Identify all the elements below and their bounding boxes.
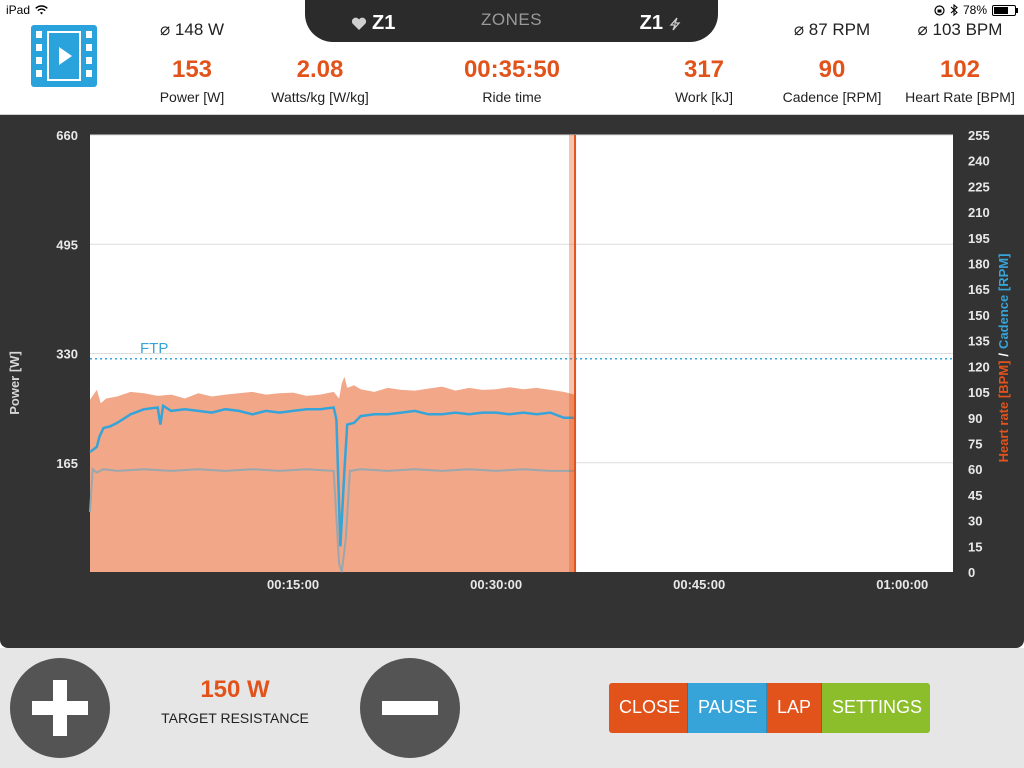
power-average: ⌀ 148 W (159, 20, 225, 39)
y2-tick-label: 45 (968, 488, 982, 503)
cadence-label: Cadence [RPM] (782, 89, 882, 105)
control-bar: 150 W TARGET RESISTANCE CLOSE PAUSE LAP … (0, 648, 1024, 768)
device-name: iPad (6, 3, 31, 17)
target-resistance-label: TARGET RESISTANCE (161, 710, 309, 726)
x-tick-label: 00:45:00 (673, 577, 725, 592)
y2-tick-label: 0 (968, 565, 975, 580)
right-axis-title: Heart rate [BPM] / Cadence [RPM] (996, 254, 1011, 463)
plus-icon-stem (53, 680, 67, 736)
y2-tick-label: 90 (968, 411, 982, 426)
power-label: Power [W] (159, 89, 225, 105)
y2-tick-label: 30 (968, 514, 982, 529)
ftp-label: FTP (140, 340, 168, 357)
x-tick-label: 00:15:00 (267, 577, 319, 592)
y-tick-label: 660 (56, 128, 78, 143)
y-tick-label: 495 (56, 237, 78, 252)
y2-tick-label: 135 (968, 334, 990, 349)
y2-tick-label: 165 (968, 282, 990, 297)
y2-tick-label: 225 (968, 179, 990, 194)
y2-tick-label: 210 (968, 205, 990, 220)
heart-rate-value: 102 (939, 56, 981, 83)
minus-icon (382, 701, 438, 715)
work-value: 317 (683, 56, 725, 83)
target-resistance: 150 W TARGET RESISTANCE (150, 676, 320, 726)
y2-tick-label: 180 (968, 257, 990, 272)
pause-button[interactable]: PAUSE (688, 683, 767, 733)
action-buttons: CLOSE PAUSE LAP SETTINGS (609, 683, 930, 733)
y2-tick-label: 150 (968, 308, 990, 323)
power-value: 153 (171, 56, 213, 83)
work-label: Work [kJ] (674, 89, 734, 105)
wkg-label: Watts/kg [W/kg] (271, 89, 369, 105)
right-axis-title-hr: Heart rate [BPM] (996, 361, 1011, 463)
orientation-lock-icon (934, 4, 945, 16)
settings-button[interactable]: SETTINGS (822, 683, 930, 733)
wifi-icon (35, 5, 48, 15)
target-resistance-value: 150 W (200, 676, 270, 703)
x-tick-label: 01:00:00 (876, 577, 928, 592)
y2-tick-label: 15 (968, 539, 982, 554)
lap-button[interactable]: LAP (767, 683, 822, 733)
close-button[interactable]: CLOSE (609, 683, 688, 733)
heart-rate-average: ⌀ 103 BPM (917, 20, 1003, 39)
y2-tick-label: 255 (968, 128, 990, 143)
cadence-average: ⌀ 87 RPM (793, 20, 871, 39)
y-tick-label: 165 (56, 456, 78, 471)
y2-tick-label: 120 (968, 359, 990, 374)
y2-tick-label: 240 (968, 154, 990, 169)
decrease-resistance-button[interactable] (360, 658, 460, 758)
ride-time-value: 00:35:50 (463, 56, 561, 83)
right-axis-title-sep: / (996, 353, 1011, 357)
ride-chart: 165 330 495 660 0 15 30 45 60 75 90 105 120 135 150 165… (7, 128, 1011, 592)
y2-tick-label: 105 (968, 385, 990, 400)
increase-resistance-button[interactable] (10, 658, 110, 758)
y-tick-label: 330 (56, 347, 78, 362)
ride-chart-panel: 165 330 495 660 0 15 30 45 60 75 90 105 120 135 150 165… (0, 115, 1024, 648)
y2-tick-label: 195 (968, 231, 990, 246)
left-axis-title: Power [W] (7, 351, 22, 415)
ride-time-label: Ride time (482, 89, 542, 105)
status-bar: iPad 78% (0, 0, 1024, 20)
video-icon[interactable] (31, 25, 97, 87)
heart-rate-label: Heart Rate [BPM] (905, 89, 1015, 105)
y2-tick-label: 60 (968, 462, 982, 477)
bluetooth-icon (950, 4, 958, 16)
right-axis-title-cad: Cadence [RPM] (996, 254, 1011, 349)
cadence-value: 90 (818, 56, 846, 83)
battery-icon (992, 4, 1018, 16)
battery-percent: 78% (962, 3, 987, 17)
wkg-value: 2.08 (296, 56, 344, 83)
y2-tick-label: 75 (968, 436, 982, 451)
x-tick-label: 00:30:00 (470, 577, 522, 592)
